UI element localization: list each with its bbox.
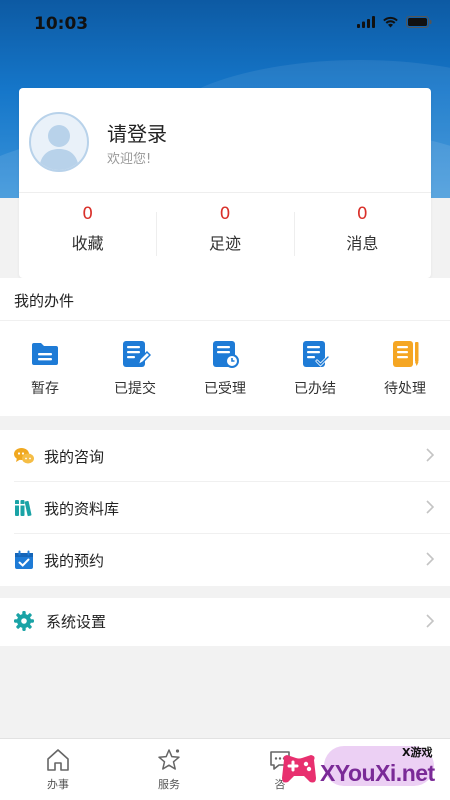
profile-card: 请登录 欢迎您! 0 收藏 0 足迹 0 消息 [19,88,431,278]
menu-item-label: 我的预约 [44,552,105,570]
stat-label: 消息 [346,234,379,253]
tab-affairs[interactable]: 办事 [28,747,88,792]
welcome-text: 欢迎您! [107,152,152,167]
tab-label: 服务 [158,778,180,791]
stat-label: 收藏 [71,234,104,253]
calendar-check-icon [15,550,33,569]
divider [0,320,450,321]
document-pending-icon [393,341,419,367]
star-icon [158,749,180,770]
library-icon [15,500,32,517]
user-placeholder-icon [39,125,79,170]
work-item-label: 暂存 [31,381,59,397]
watermark: X游戏 XYouXi.net [274,742,450,800]
stat-messages[interactable]: 0 消息 [293,202,431,268]
status-bar: 10:03 [0,0,450,48]
section-title: 我的办件 [14,292,75,310]
work-item-accepted[interactable]: 已受理 [180,338,270,398]
watermark-text: XYouXi.net [320,760,435,786]
stat-value: 0 [219,204,231,224]
watermark-small-text: X游戏 [402,746,433,759]
menu-item-label: 我的咨询 [44,448,105,466]
work-item-label: 已提交 [114,381,156,397]
home-icon [47,749,69,771]
login-prompt[interactable]: 请登录 [107,118,167,147]
stat-favorites[interactable]: 0 收藏 [19,202,156,268]
stat-label: 足迹 [208,234,241,253]
menu-item-consultation[interactable]: 我的咨询 [0,430,450,482]
chevron-right-icon [426,500,434,514]
document-clock-icon [213,341,239,368]
menu-item-label: 我的资料库 [44,500,120,518]
tab-label: 办事 [47,778,69,791]
menu-item-appointment[interactable]: 我的预约 [0,534,450,586]
gear-icon [14,611,34,631]
work-item-submitted[interactable]: 已提交 [90,338,180,398]
chevron-right-icon [426,552,434,566]
work-status-grid: 暂存 已提交 已受理 已办结 待处理 [0,338,450,398]
document-check-icon [303,341,330,367]
my-work-section: 我的办件 暂存 已提交 已受理 已办结 待处理 [0,278,450,416]
menu-item-settings[interactable]: 系统设置 [0,598,450,646]
menu-item-label: 系统设置 [46,613,107,631]
avatar[interactable] [29,112,89,172]
status-time: 10:03 [34,14,89,34]
chevron-right-icon [426,448,434,462]
stats-row: 0 收藏 0 足迹 0 消息 [19,202,431,268]
stat-footprints[interactable]: 0 足迹 [156,202,293,268]
work-item-label: 待处理 [384,381,426,397]
stat-value: 0 [82,204,94,224]
chevron-right-icon [426,614,434,628]
status-icons [357,16,432,28]
menu-list: 我的咨询 我的资料库 我的预约 [0,430,450,586]
signal-icon [357,16,375,28]
stat-value: 0 [356,204,368,224]
work-item-draft[interactable]: 暂存 [0,338,90,398]
menu-item-library[interactable]: 我的资料库 [0,482,450,534]
tab-service[interactable]: 服务 [139,747,199,792]
chat-bubbles-icon [14,448,34,464]
gamepad-logo-icon [282,755,316,783]
folder-icon [32,343,58,365]
work-item-label: 已受理 [204,381,246,397]
work-item-label: 已办结 [294,381,336,397]
wifi-icon [383,16,398,28]
work-item-pending[interactable]: 待处理 [360,338,450,398]
divider [19,192,431,193]
work-item-completed[interactable]: 已办结 [270,338,360,398]
battery-icon [406,16,432,28]
document-edit-icon [123,341,151,367]
